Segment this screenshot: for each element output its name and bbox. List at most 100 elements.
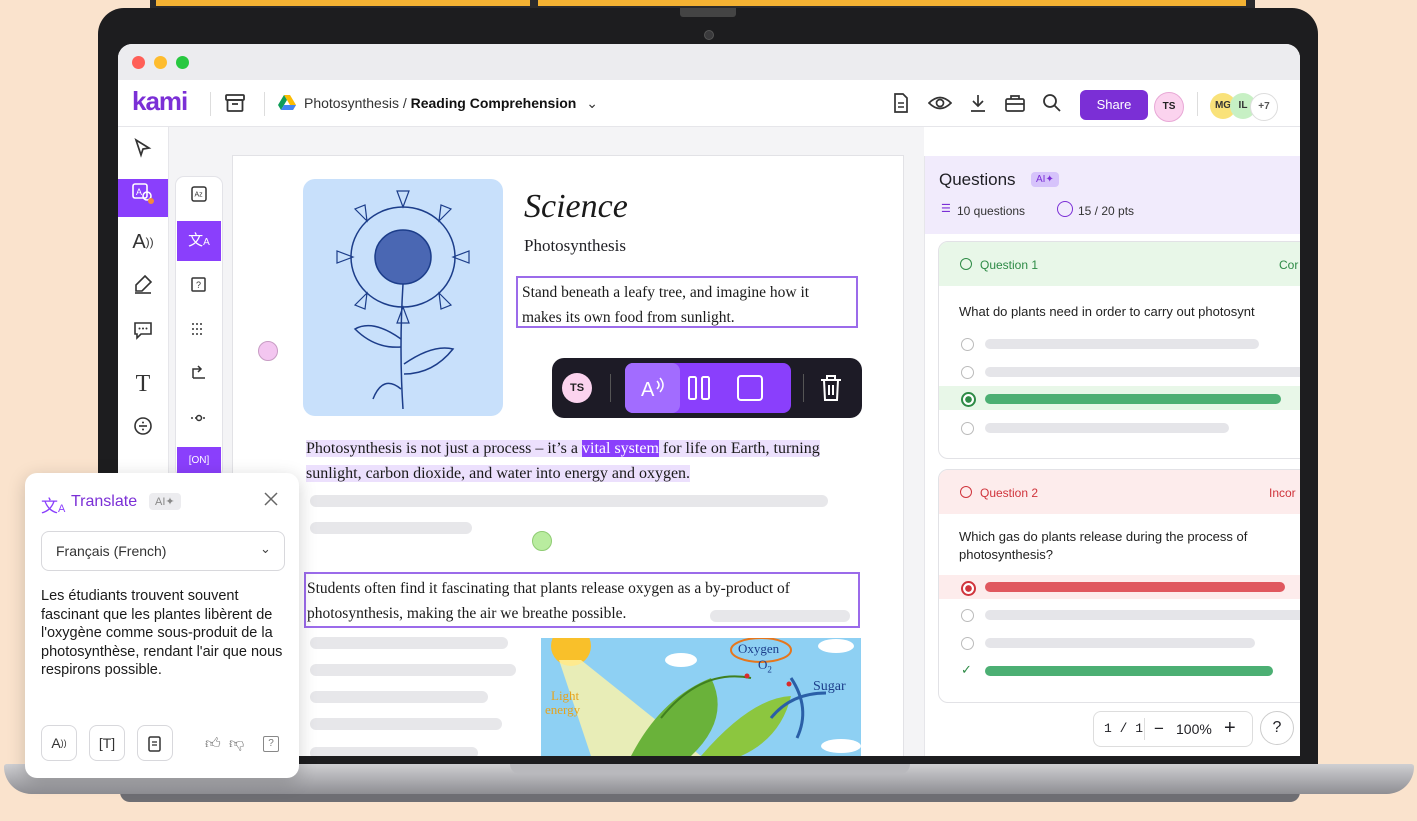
answer-option[interactable] [985, 423, 1229, 433]
avatar[interactable]: TS [562, 373, 592, 403]
comment-marker[interactable] [532, 531, 552, 551]
document-title: Science [524, 188, 628, 225]
question-card[interactable]: Question 2 Incor Which gas do plants rel… [938, 469, 1300, 703]
dictionary-icon[interactable]: Az [177, 179, 221, 219]
ai-badge: AI✦ [1031, 172, 1059, 187]
close-window-button[interactable] [132, 56, 145, 69]
quiz-icon[interactable]: ? [177, 269, 221, 309]
share-button[interactable]: Share [1080, 90, 1148, 120]
answer-option-incorrect[interactable] [985, 582, 1285, 592]
text-placeholder-line [310, 747, 478, 756]
answer-option[interactable] [985, 339, 1259, 349]
intro-paragraph[interactable]: Stand beneath a leafy tree, and imagine … [516, 276, 858, 328]
breadcrumb-separator: / [398, 95, 411, 111]
read-aloud-button[interactable]: A)) [41, 725, 77, 761]
diagram-label-energy: energy [545, 702, 581, 717]
page-indicator[interactable]: 1 / 1 [1104, 721, 1143, 736]
laptop-notch [510, 764, 910, 774]
read-aloud-button[interactable]: A [625, 363, 680, 413]
diagram-label-sugar: Sugar [813, 679, 846, 694]
question-count: 10 questions [957, 204, 1026, 218]
translate-tool-icon[interactable]: A [118, 179, 168, 217]
questions-header: Questions AI✦ ☰ 10 questions 15 / 20 pts [925, 156, 1300, 234]
answer-option[interactable] [985, 367, 1300, 377]
zoom-in-button[interactable]: + [1224, 717, 1236, 740]
rewrite-icon[interactable] [177, 357, 221, 397]
translate-icon[interactable]: 文A [177, 221, 221, 261]
thumbs-up-icon[interactable]: 👍︎ [205, 735, 221, 753]
svg-text:?: ? [196, 280, 201, 290]
close-icon[interactable] [263, 491, 279, 512]
points-star-icon [1057, 201, 1073, 217]
zoom-out-button[interactable]: − [1154, 719, 1164, 739]
answer-radio-selected[interactable] [961, 392, 976, 407]
selected-language: Français (French) [56, 543, 167, 559]
webcam [704, 30, 714, 40]
archive-icon[interactable] [224, 93, 246, 117]
copy-icon[interactable] [137, 725, 173, 761]
target-icon [960, 258, 972, 270]
maximize-window-button[interactable] [176, 56, 189, 69]
comment-marker[interactable] [258, 341, 278, 361]
photosynthesis-diagram: Oxygen O2 Sugar Light energy [541, 638, 861, 756]
answer-option-correct[interactable] [985, 394, 1281, 404]
selected-text[interactable]: vital system [582, 440, 659, 457]
trash-icon[interactable] [818, 373, 844, 408]
breadcrumb-file[interactable]: Reading Comprehension [411, 95, 577, 111]
translate-panel: 文A Translate AI✦ Français (French) ⌄ Les… [25, 473, 299, 778]
divider [610, 374, 611, 402]
pause-icon[interactable] [686, 373, 712, 408]
question-card[interactable]: Question 1 Cor What do plants need in or… [938, 241, 1300, 459]
answer-option[interactable] [985, 610, 1300, 620]
avatar[interactable]: TS [1154, 92, 1184, 122]
more-collaborators-badge[interactable]: +7 [1250, 93, 1278, 121]
translate-subtools: Az 文A ? [ON] [176, 177, 222, 477]
minimize-window-button[interactable] [154, 56, 167, 69]
equation-icon[interactable] [118, 411, 168, 449]
chevron-down-icon[interactable]: ⌄ [586, 95, 598, 111]
answer-radio[interactable] [961, 609, 974, 622]
help-button[interactable]: ? [1260, 711, 1294, 745]
top-toolbar: kami Photosynthesis / Reading Comprehens… [118, 80, 1300, 127]
points-total: 15 / 20 pts [1078, 204, 1135, 218]
toolbox-icon[interactable] [1004, 93, 1026, 117]
language-select[interactable]: Français (French) ⌄ [41, 531, 285, 571]
answer-option[interactable] [985, 638, 1255, 648]
answer-radio[interactable] [961, 366, 974, 379]
breadcrumb[interactable]: Photosynthesis / Reading Comprehension ⌄ [304, 95, 598, 112]
stop-icon[interactable] [735, 373, 765, 408]
zoom-level[interactable]: 100% [1176, 721, 1212, 737]
highlighter-icon[interactable] [118, 269, 168, 307]
translated-text: Les étudiants trouvent souvent fascinant… [41, 588, 283, 678]
text-placeholder-line [310, 522, 472, 534]
status-badge: Cor [1279, 258, 1299, 272]
text-to-speech-icon[interactable]: A)) [118, 223, 168, 261]
paragraph-photosynthesis[interactable]: Photosynthesis is not just a process – i… [306, 436, 854, 486]
comment-icon[interactable] [118, 315, 168, 353]
answer-radio[interactable] [961, 637, 974, 650]
thumbs-down-icon[interactable]: 👎︎ [229, 735, 244, 753]
diagram-label-oxygen: Oxygen [738, 641, 780, 656]
text-placeholder-line [310, 691, 488, 703]
kami-logo[interactable]: kami [132, 86, 188, 117]
download-icon[interactable] [968, 93, 988, 117]
checkmark-icon: ✓ [961, 662, 972, 677]
answer-radio[interactable] [961, 422, 974, 435]
translate-title: Translate [71, 493, 138, 510]
document-icon[interactable] [892, 93, 910, 117]
text-tool-icon[interactable]: T [118, 365, 168, 403]
select-tool-icon[interactable] [118, 133, 168, 171]
report-icon[interactable]: ? [263, 736, 279, 752]
svg-text:Az: Az [195, 192, 204, 199]
divider [210, 92, 211, 116]
search-icon[interactable] [1042, 93, 1062, 117]
answer-radio[interactable] [961, 338, 974, 351]
answer-radio-selected[interactable] [961, 581, 976, 596]
document-subtitle: Photosynthesis [524, 236, 627, 255]
list-icon[interactable] [177, 313, 221, 353]
text-size-icon[interactable]: [T] [89, 725, 125, 761]
slider-icon[interactable] [177, 399, 221, 439]
breadcrumb-folder[interactable]: Photosynthesis [304, 95, 399, 111]
toggle-icon[interactable]: [ON] [177, 447, 221, 475]
eye-icon[interactable] [927, 93, 953, 117]
